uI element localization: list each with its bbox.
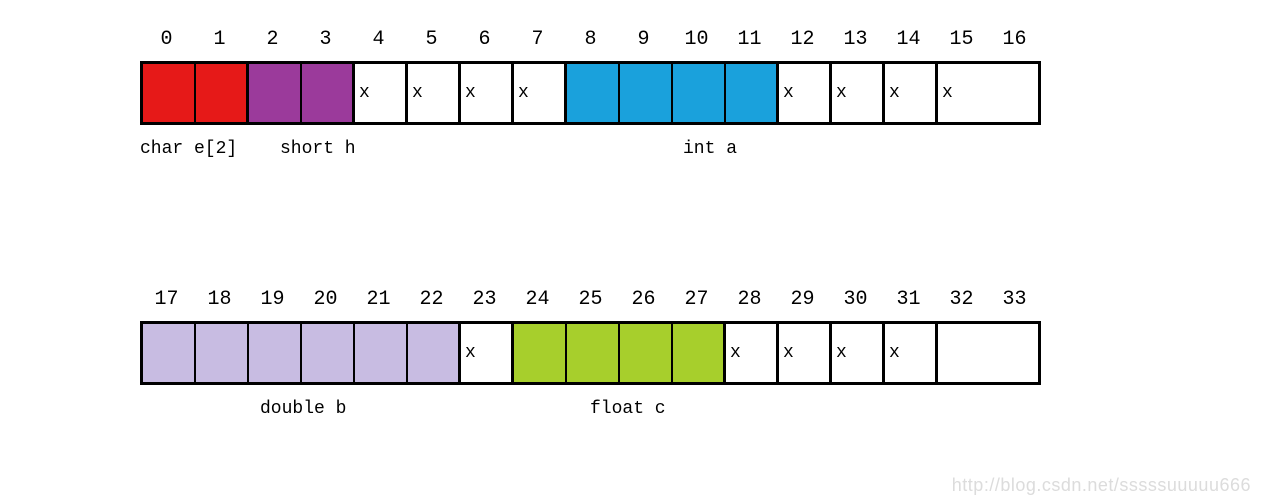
index-label: 11 (723, 28, 776, 51)
memory-cell: x (885, 324, 938, 382)
memory-cell: x (514, 64, 567, 122)
memory-cell (355, 324, 408, 382)
index-label: 0 (140, 28, 193, 51)
index-label: 1 (193, 28, 246, 51)
index-label: 20 (299, 288, 352, 311)
memory-cell: x (726, 324, 779, 382)
label-double-b: double b (260, 399, 590, 419)
memory-cell: x (885, 64, 938, 122)
field-labels-1: char e[2] short h int a (140, 139, 1041, 159)
index-row-1: 0 1 2 3 4 5 6 7 8 9 10 11 12 13 14 15 16 (140, 28, 1041, 51)
memory-cell: x (938, 64, 991, 122)
index-label: 16 (988, 28, 1041, 51)
memory-cell: x (832, 324, 885, 382)
memory-cell (673, 324, 726, 382)
index-label: 2 (246, 28, 299, 51)
field-labels-2: double b float c (140, 399, 1041, 419)
label-short-h: short h (280, 139, 610, 159)
memory-cell: x (408, 64, 461, 122)
label-char-e2: char e[2] (140, 139, 280, 159)
cell-strip-2: xxxxx (140, 321, 1041, 385)
index-label: 33 (988, 288, 1041, 311)
memory-cell (143, 64, 196, 122)
index-label: 31 (882, 288, 935, 311)
memory-cell: x (355, 64, 408, 122)
index-label: 29 (776, 288, 829, 311)
index-label: 25 (564, 288, 617, 311)
memory-cell: x (779, 324, 832, 382)
index-label: 9 (617, 28, 670, 51)
memory-cell (620, 324, 673, 382)
memory-cell (673, 64, 726, 122)
watermark-text: http://blog.csdn.net/sssssuuuuu666 (952, 475, 1251, 496)
label-int-a: int a (610, 139, 810, 159)
index-row-2: 17 18 19 20 21 22 23 24 25 26 27 28 29 3… (140, 288, 1041, 311)
memory-cell: x (461, 64, 514, 122)
memory-cell (143, 324, 196, 382)
memory-cell: x (779, 64, 832, 122)
memory-row-2: 17 18 19 20 21 22 23 24 25 26 27 28 29 3… (140, 288, 1041, 419)
memory-cell (567, 64, 620, 122)
index-label: 28 (723, 288, 776, 311)
index-label: 19 (246, 288, 299, 311)
cell-strip-1: xxxxxxxx (140, 61, 1041, 125)
memory-row-1: 0 1 2 3 4 5 6 7 8 9 10 11 12 13 14 15 16… (140, 28, 1041, 159)
index-label: 8 (564, 28, 617, 51)
index-label: 13 (829, 28, 882, 51)
index-label: 32 (935, 288, 988, 311)
index-label: 5 (405, 28, 458, 51)
memory-cell (196, 64, 249, 122)
memory-cell: x (832, 64, 885, 122)
memory-cell (620, 64, 673, 122)
memory-cell (249, 324, 302, 382)
index-label: 4 (352, 28, 405, 51)
index-label: 24 (511, 288, 564, 311)
index-label: 12 (776, 28, 829, 51)
memory-cell (567, 324, 620, 382)
index-label: 22 (405, 288, 458, 311)
memory-cell (938, 324, 991, 382)
index-label: 17 (140, 288, 193, 311)
index-label: 30 (829, 288, 882, 311)
index-label: 18 (193, 288, 246, 311)
memory-cell (726, 64, 779, 122)
index-label: 26 (617, 288, 670, 311)
memory-cell: x (461, 324, 514, 382)
index-label: 7 (511, 28, 564, 51)
index-label: 3 (299, 28, 352, 51)
memory-cell (249, 64, 302, 122)
index-label: 14 (882, 28, 935, 51)
index-label: 23 (458, 288, 511, 311)
index-label: 15 (935, 28, 988, 51)
index-label: 10 (670, 28, 723, 51)
memory-cell (408, 324, 461, 382)
index-label: 21 (352, 288, 405, 311)
memory-cell (302, 324, 355, 382)
memory-cell (196, 324, 249, 382)
memory-cell (302, 64, 355, 122)
label-float-c: float c (590, 399, 790, 419)
memory-cell (514, 324, 567, 382)
index-label: 27 (670, 288, 723, 311)
index-label: 6 (458, 28, 511, 51)
